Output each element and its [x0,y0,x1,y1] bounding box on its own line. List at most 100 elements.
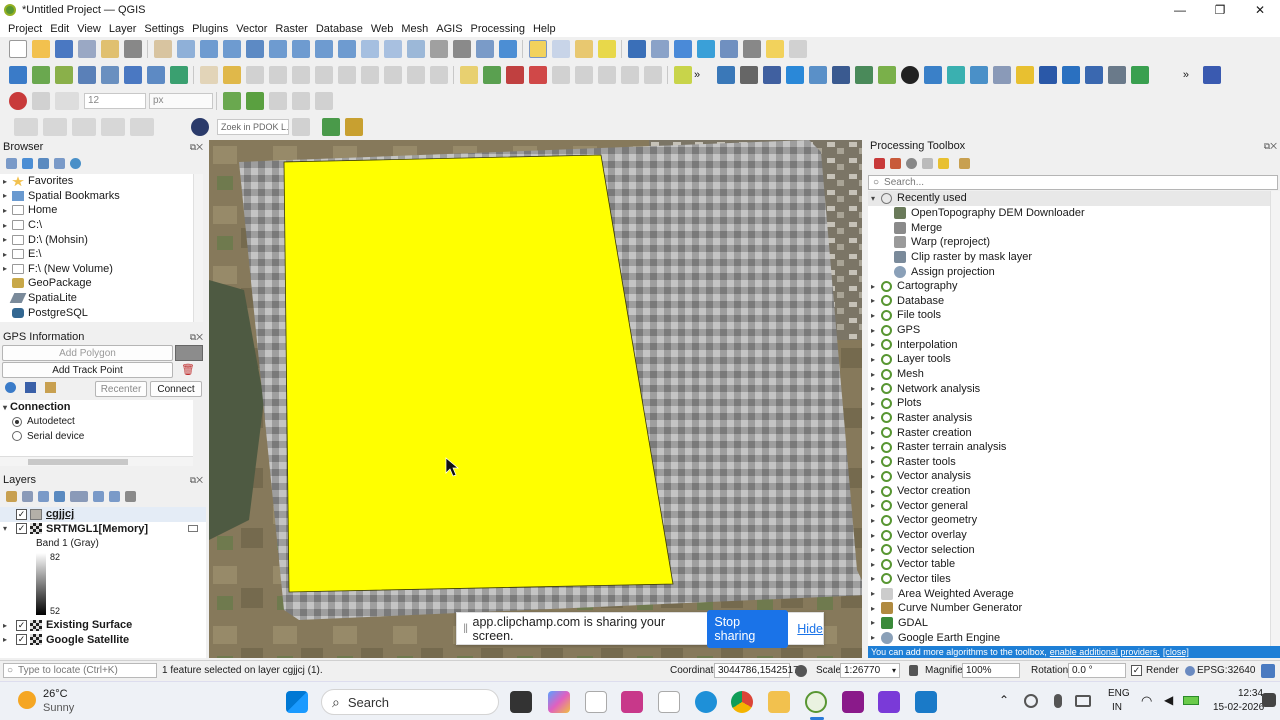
menu-raster[interactable]: Raster [271,23,311,35]
helmet-plugin-icon[interactable] [1038,66,1057,84]
trace-icon[interactable] [291,92,310,110]
menu-mesh[interactable]: Mesh [397,23,432,35]
refresh-plugin-icon[interactable] [946,66,965,84]
trash-icon[interactable]: 🗑 [181,363,195,376]
group-row[interactable]: ▸ Vector analysis [868,469,1270,484]
expand-arrow-icon[interactable]: ▸ [868,501,878,510]
add-wms-layer-icon[interactable] [123,66,142,84]
layer-checkbox[interactable]: ✓ [16,619,27,631]
settings-gear-icon[interactable] [673,40,692,58]
change-label-icon[interactable] [597,66,616,84]
filter-legend-icon[interactable] [53,491,65,502]
recent-item[interactable]: Clip raster by mask layer [868,250,1270,265]
delete-selected-icon[interactable] [314,66,333,84]
models-icon[interactable] [873,158,885,169]
rectangle-digitize-icon[interactable] [101,118,125,136]
manage-themes-icon[interactable] [37,491,49,502]
processing-scrollbar[interactable] [1270,191,1280,646]
expand-arrow-icon[interactable]: ▸ [868,296,878,305]
provider-row[interactable]: ▸ Google Earth Engine [868,630,1270,645]
group-row[interactable]: ▸ Layer tools [868,352,1270,367]
group-row[interactable]: ▸ Vector selection [868,542,1270,557]
drag-handle-icon[interactable]: ‖ [463,622,473,636]
sun-weather-icon[interactable] [18,691,36,709]
expand-arrow-icon[interactable]: ▸ [0,264,10,273]
add-delimited-text-icon[interactable] [100,66,119,84]
expand-arrow-icon[interactable]: ▸ [868,589,878,598]
panel-controls-icon[interactable]: ⧉✕ [190,142,203,153]
layer-row-existing-surface[interactable]: ▸ ✓ Existing Surface [0,618,206,633]
recent-item[interactable]: OpenTopography DEM Downloader [868,206,1270,221]
copilot-icon[interactable] [548,691,570,713]
polygon-digitize-icon[interactable] [130,118,154,136]
collapse-all-layers-icon[interactable] [108,491,120,502]
rotation-spinbox[interactable]: 0.0 ° [1068,663,1126,678]
select-by-value-icon[interactable] [551,40,570,58]
snap-type-icon[interactable] [54,92,79,110]
terrain-plugin-icon[interactable] [877,66,896,84]
expand-arrow-icon[interactable]: ▸ [868,560,878,569]
layer-row-google-satellite[interactable]: ▸ ✓ Google Satellite [0,632,206,647]
provider-row[interactable]: ▸ Curve Number Generator [868,601,1270,616]
group-row[interactable]: ▸ Mesh [868,367,1270,382]
pdok-clear-icon[interactable] [291,118,310,136]
style-dock-icon[interactable] [5,491,17,502]
new-print-layout-icon[interactable] [77,40,96,58]
group-row[interactable]: ▸ Vector creation [868,484,1270,499]
georef-plugin-icon[interactable] [808,66,827,84]
processing-search-input[interactable]: ○ Search... [868,175,1278,190]
menu-processing[interactable]: Processing [467,23,529,35]
task-view-icon[interactable] [510,691,532,713]
statistics-icon[interactable] [719,40,738,58]
radio-checked[interactable] [12,416,22,427]
add-selected-layers-icon[interactable] [5,157,17,169]
deselect-icon[interactable] [574,40,593,58]
provider-row[interactable]: ▸ GDAL [868,616,1270,631]
temperature[interactable]: 26°C [43,688,68,700]
vs-code-icon[interactable] [878,691,900,713]
menu-web[interactable]: Web [367,23,397,35]
move-diagram-icon[interactable] [620,66,639,84]
expand-arrow-icon[interactable]: ▸ [0,621,10,630]
speaker-icon[interactable]: ◀ [1164,693,1173,707]
panel-controls-icon[interactable]: ⧉✕ [1264,141,1277,152]
layout-manager-icon[interactable] [100,40,119,58]
data-source-manager-icon[interactable] [8,66,27,84]
group-row[interactable]: ▸ Network analysis [868,381,1270,396]
collapse-all-icon[interactable] [53,157,65,169]
pdok-search-input[interactable]: Zoek in PDOK L... [217,119,289,135]
circle-digitize-icon[interactable] [43,118,67,136]
zoom-to-selection-icon[interactable] [268,40,287,58]
expand-all-icon[interactable] [92,491,104,502]
radio-unchecked[interactable] [12,431,22,442]
open-attribute-table-icon[interactable] [650,40,669,58]
expand-arrow-icon[interactable]: ▸ [868,428,878,437]
battery-icon[interactable] [1183,696,1199,705]
map-tips-icon[interactable] [765,40,784,58]
scale-combo[interactable]: 1:26770 ▾ [840,663,900,678]
expand-arrow-icon[interactable]: ▸ [0,191,10,200]
gps-hscrollbar[interactable] [0,456,193,466]
label-toolbar-icon[interactable] [459,66,478,84]
undo-icon[interactable] [406,66,425,84]
field-calculator-icon[interactable] [696,40,715,58]
add-xyz-layer-icon[interactable] [169,66,188,84]
gps-info-icon[interactable] [5,382,16,393]
browser-refresh-icon[interactable] [21,157,33,169]
filter-icon[interactable] [37,157,49,169]
group-row[interactable]: ▸ Raster tools [868,455,1270,470]
gps-settings-icon[interactable] [45,382,56,393]
region-code[interactable]: IN [1112,702,1122,713]
processing-options-icon[interactable] [959,158,970,169]
expand-arrow-icon[interactable]: ▸ [868,413,878,422]
browser-scrollbar[interactable] [193,174,203,322]
group-row[interactable]: ▸ GPS [868,323,1270,338]
browser-item-geopackage[interactable]: GeoPackage [0,276,193,291]
identify-features-icon[interactable] [627,40,646,58]
footer-close-link[interactable]: [close] [1163,647,1189,657]
collapse-arrow-icon[interactable]: ▾ [0,524,10,533]
show-hide-labels-icon[interactable] [528,66,547,84]
cube-plugin-icon[interactable] [1015,66,1034,84]
text-plugin-icon[interactable] [762,66,781,84]
expand-arrow-icon[interactable]: ▸ [868,370,878,379]
